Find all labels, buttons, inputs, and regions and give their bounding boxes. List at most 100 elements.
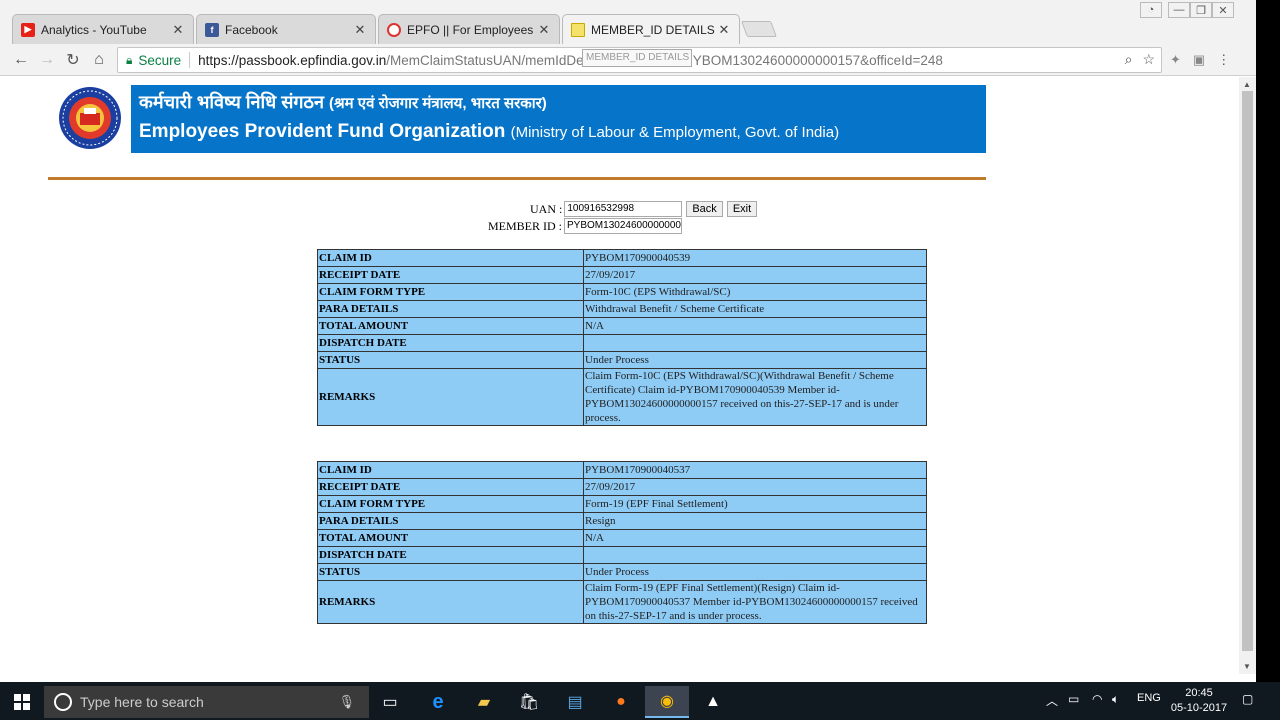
document-icon (571, 22, 585, 37)
tab-title: Facebook (225, 22, 278, 37)
table-row: DISPATCH DATE (317, 334, 927, 352)
member-id-label: MEMBER ID : (488, 218, 563, 233)
extension-icon[interactable]: ✦ (1170, 52, 1181, 68)
tab-title: MEMBER_ID DETAILS (591, 22, 715, 37)
table-row: CLAIM ID PYBOM170900040539 (317, 249, 927, 267)
battery-icon[interactable]: ▭ (1068, 692, 1079, 706)
control-panel-icon[interactable]: ▤ (553, 686, 597, 718)
notifications-icon[interactable]: ▢ (1242, 692, 1253, 706)
table-row: TOTAL AMOUNT N/A (317, 317, 927, 335)
minimize-icon[interactable]: — (1168, 2, 1190, 18)
extension-icon[interactable]: ▣ (1193, 52, 1205, 68)
table-row: RECEIPT DATE 27/09/2017 (317, 478, 927, 496)
firefox-icon[interactable]: ● (599, 686, 643, 718)
close-window-icon[interactable]: ✕ (1212, 2, 1234, 18)
claim-table: CLAIM ID PYBOM170900040539 RECEIPT DATE 27… (317, 249, 927, 426)
uan-label: UAN : (530, 201, 563, 216)
scroll-thumb[interactable] (1242, 91, 1253, 651)
header-banner: कर्मचारी भविष्य निधि संगठन (श्रम एवं रोज… (131, 85, 986, 153)
chrome-icon[interactable]: ◉ (645, 686, 689, 718)
field-value: Claim Form-19 (EPF Final Settlement)(Res… (583, 580, 927, 624)
field-key: RECEIPT DATE (317, 478, 584, 496)
language-indicator[interactable]: ENG (1137, 692, 1161, 704)
system-clock[interactable]: 20:45 05-10-2017 (1168, 686, 1230, 716)
table-row: PARA DETAILS Resign (317, 512, 927, 530)
claim-table: CLAIM ID PYBOM170900040537 RECEIPT DATE 27… (317, 461, 927, 624)
photos-icon[interactable]: ▲ (691, 686, 735, 718)
uan-input[interactable]: 100916532998 (564, 201, 683, 217)
url-host: https://passbook.epfindia.gov.in (198, 52, 387, 68)
field-key: CLAIM FORM TYPE (317, 495, 584, 513)
task-view-icon[interactable]: ▭ (368, 686, 412, 718)
epfo-icon (387, 22, 401, 37)
field-value (583, 334, 927, 352)
uan-row: UAN : 100916532998 Back Exit (530, 201, 758, 217)
table-row: CLAIM FORM TYPE Form-10C (EPS Withdrawal/… (317, 283, 927, 301)
divider (189, 52, 191, 68)
field-key: RECEIPT DATE (317, 266, 584, 284)
table-row: TOTAL AMOUNT N/A (317, 529, 927, 547)
clock-time: 20:45 (1185, 687, 1213, 699)
english-heading: Employees Provident Fund Organization (M… (139, 121, 839, 143)
store-icon[interactable]: 🛍︎ (507, 686, 551, 718)
tab-member-id-details[interactable]: MEMBER_ID DETAILS ✕ (562, 14, 740, 44)
table-row: STATUS Under Process (317, 563, 927, 581)
header-divider (48, 177, 986, 180)
zoom-icon[interactable]: ⌕ (1125, 51, 1133, 68)
member-id-input[interactable]: PYBOM13024600000000157 (564, 218, 683, 234)
extensions: ✦ ▣ ⋮ (1170, 52, 1230, 68)
exit-button[interactable]: Exit (726, 201, 758, 217)
table-row: RECEIPT DATE 27/09/2017 (317, 266, 927, 284)
reload-icon[interactable]: ↻ (62, 49, 84, 71)
scroll-up-icon[interactable]: ▲ (1243, 80, 1251, 89)
field-key: STATUS (317, 351, 584, 369)
bookmark-star-icon[interactable]: ☆ (1142, 51, 1155, 68)
taskbar-search[interactable]: Type here to search 🎙︎ (44, 686, 369, 718)
show-hidden-icons-icon[interactable]: ︿ (1046, 692, 1058, 709)
microphone-icon[interactable]: 🎙︎ (338, 694, 355, 710)
field-key: PARA DETAILS (317, 300, 584, 318)
hindi-ministry: (श्रम एवं रोजगार मंत्रालय, भारत सरकार) (329, 95, 547, 112)
field-key: CLAIM ID (317, 249, 584, 267)
new-tab-button[interactable] (741, 21, 777, 37)
tab-epfo[interactable]: EPFO || For Employees ✕ (378, 14, 560, 44)
field-value: PYBOM170900040537 (583, 461, 927, 479)
windows-start-icon[interactable] (14, 694, 30, 710)
close-icon[interactable]: ✕ (537, 22, 551, 38)
vertical-scrollbar[interactable]: ▲ ▼ (1239, 77, 1256, 674)
volume-icon[interactable]: 🔈︎ (1112, 692, 1119, 707)
tab-youtube[interactable]: ▶ Analytics - YouTube ✕ (12, 14, 194, 44)
english-ministry: (Ministry of Labour & Employment, Govt. … (510, 124, 840, 141)
field-value: N/A (583, 317, 927, 335)
epfo-logo (59, 87, 121, 149)
field-value: Form-10C (EPS Withdrawal/SC) (583, 283, 927, 301)
scroll-down-icon[interactable]: ▼ (1243, 662, 1251, 671)
screen-edge (1256, 0, 1280, 690)
youtube-icon: ▶ (21, 22, 35, 37)
english-title: Employees Provident Fund Organization (139, 121, 506, 142)
edge-icon[interactable]: e (416, 686, 460, 718)
menu-icon[interactable]: ⋮ (1217, 52, 1230, 68)
field-value: N/A (583, 529, 927, 547)
table-row: REMARKS Claim Form-10C (EPS Withdrawal/SC… (317, 368, 927, 426)
close-icon[interactable]: ✕ (353, 22, 367, 38)
maximize-icon[interactable]: ❐ (1190, 2, 1212, 18)
tab-facebook[interactable]: f Facebook ✕ (196, 14, 376, 44)
table-row: CLAIM FORM TYPE Form-19 (EPF Final Settle… (317, 495, 927, 513)
back-arrow-icon[interactable]: ← (10, 49, 32, 71)
field-value: Under Process (583, 563, 927, 581)
home-icon[interactable]: ⌂ (88, 49, 110, 71)
close-icon[interactable]: ✕ (717, 22, 731, 38)
cortana-icon (54, 693, 72, 711)
profile-icon[interactable]: ◔ (1140, 2, 1162, 18)
close-icon[interactable]: ✕ (171, 22, 185, 38)
secure-label: Secure (138, 52, 182, 68)
file-explorer-icon[interactable]: ▰ (462, 686, 506, 718)
table-row: STATUS Under Process (317, 351, 927, 369)
hindi-title: कर्मचारी भविष्य निधि संगठन (139, 92, 324, 112)
back-button[interactable]: Back (686, 201, 723, 217)
window-controls: ◔ — ❐ ✕ (1140, 2, 1234, 18)
field-value: Resign (583, 512, 927, 530)
forward-arrow-icon[interactable]: → (36, 49, 58, 71)
wifi-icon[interactable]: ◠ (1092, 692, 1102, 706)
